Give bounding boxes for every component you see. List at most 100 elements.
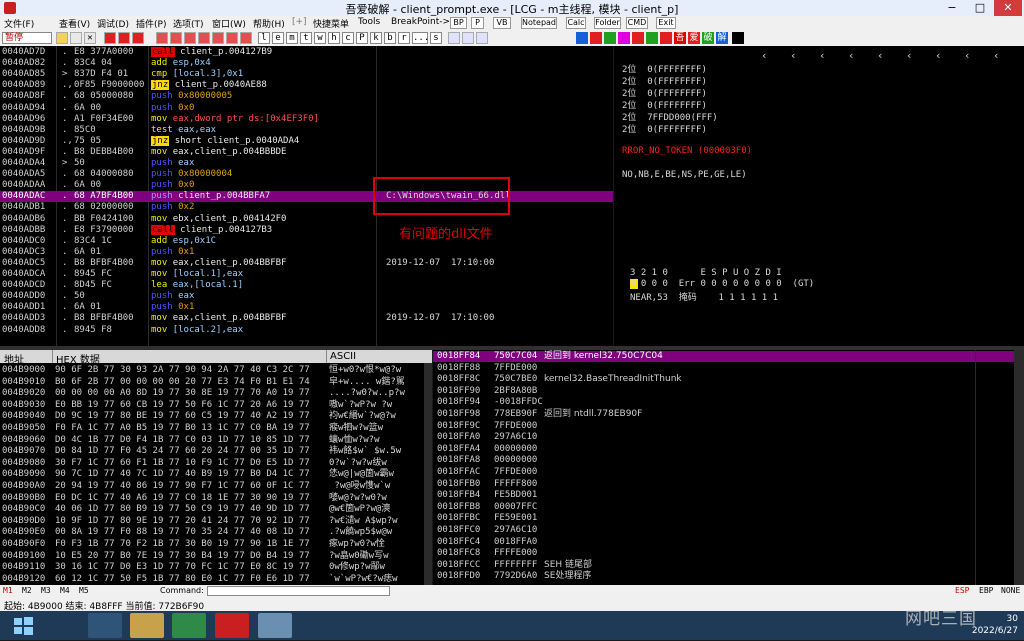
memory-dump-pane[interactable]: 地址 HEX 数据 ASCII 004B9000 90 6F 2B 77 30 9… (0, 350, 432, 585)
dump-row[interactable]: 004B9120 60 12 1C 77 50 F5 1B 77 80 E0 1C… (0, 574, 432, 585)
toolbar-p-button[interactable]: P (356, 32, 368, 44)
help-icon[interactable] (476, 32, 488, 44)
disasm-row[interactable]: 0040ADD0. 50 push eax (0, 291, 613, 302)
disasm-row[interactable]: 0040ADB6. BB F0424100 mov ebx,client_p.004… (0, 214, 613, 225)
appearance-icon[interactable] (462, 32, 474, 44)
fpu-line[interactable]: NEAR,53 掩码 1 1 1 1 1 1 (630, 290, 778, 303)
toolbar-c-button[interactable]: c (342, 32, 354, 44)
trace-into-icon[interactable] (184, 32, 196, 44)
wuai-char-2[interactable]: 爱 (688, 32, 700, 44)
dump-scrollbar[interactable] (424, 363, 432, 585)
disasm-row[interactable]: 0040ADD8. 8945 F8 mov [local.2],eax (0, 325, 613, 336)
dump-row[interactable]: 004B90A0 20 94 19 77 40 86 19 77 90 F7 1C… (0, 481, 432, 492)
fpu-line[interactable]: 3 2 1 0 E S P U O Z D I (630, 268, 782, 278)
none-button[interactable]: NONE (1001, 586, 1020, 595)
stack-row[interactable]: 0018FFAC 7FFDE000 (433, 467, 1024, 478)
stack-row[interactable]: 0018FFB4 FE5BD001 (433, 490, 1024, 501)
dump-row[interactable]: 004B9100 10 E5 20 77 B0 7E 19 77 30 B4 19… (0, 551, 432, 562)
clock[interactable]: 30 2022/6/27 (972, 613, 1018, 637)
toolbar-w-button[interactable]: w (314, 32, 326, 44)
disasm-row[interactable]: 0040ADD1. 6A 01 push 0x1 (0, 302, 613, 313)
wuai-char-3[interactable]: 破 (702, 32, 714, 44)
disasm-row[interactable]: 0040AD9D., 75 05 jnz short client_p.0040AD… (0, 135, 613, 147)
stack-row[interactable]: 0018FFB8 00007FFC (433, 502, 1024, 513)
disasm-row[interactable]: 0040ADAC. 68 A7BF4B00 push client_p.004BBF… (0, 191, 613, 203)
disasm-row[interactable]: 0040ADAA. 6A 00 push 0x0 (0, 180, 613, 191)
stack-row[interactable]: 0018FFC4 0018FFA0 (433, 537, 1024, 548)
menu-shortcut[interactable]: 快捷菜单 (313, 17, 349, 30)
powershell-icon[interactable] (88, 613, 122, 638)
folder-button[interactable]: Folder (594, 17, 621, 29)
dump-row[interactable]: 004B9060 D0 4C 1B 77 D0 F4 1B 77 C0 03 1D… (0, 435, 432, 446)
plugin-3-icon[interactable] (604, 32, 616, 44)
disasm-row[interactable]: 0040AD82. 83C4 04 add esp,0x4 (0, 58, 613, 69)
vb-button[interactable]: VB (493, 17, 511, 29)
p-button[interactable]: P (471, 17, 484, 29)
ebp-button[interactable]: EBP (979, 586, 993, 595)
pause-icon[interactable] (118, 32, 130, 44)
menu-file[interactable]: 文件(F) (4, 17, 34, 30)
explorer-icon[interactable] (130, 613, 164, 638)
register-line[interactable]: 2位 0(FFFFFFFF) (622, 122, 707, 135)
disasm-row[interactable]: 0040AD9F. B8 DEBB4B00 mov eax,client_p.004… (0, 147, 613, 158)
app-taskbar-icon[interactable] (258, 613, 292, 638)
calc-button[interactable]: Calc (566, 17, 586, 29)
tab-m3[interactable]: M3 (41, 586, 51, 595)
dump-header-address[interactable]: 地址 (4, 351, 24, 366)
tab-m2[interactable]: M2 (22, 586, 32, 595)
disasm-row[interactable]: 0040ADBB. E8 F3790000 call client_p.004127… (0, 224, 613, 236)
dump-row[interactable]: 004B9020 00 00 00 00 A0 8D 19 77 30 8E 19… (0, 388, 432, 399)
disasm-row[interactable]: 0040ADC0. 83C4 1C add esp,0x1C (0, 236, 613, 247)
disasm-row[interactable]: 0040AD89., 0F85 F9000000 jnz client_p.0040… (0, 80, 613, 91)
execute-till-return-icon[interactable] (212, 32, 224, 44)
toolbar-r-button[interactable]: r (398, 32, 410, 44)
dump-row[interactable]: 004B9030 E0 BB 19 77 60 CB 19 77 50 F6 1C… (0, 400, 432, 411)
plugin-end-icon[interactable] (732, 32, 744, 44)
dump-row[interactable]: 004B9040 D0 9C 19 77 80 BE 19 77 60 C5 19… (0, 411, 432, 422)
command-input[interactable] (207, 586, 390, 596)
stack-row[interactable]: 0018FF98 778EB90F 返回到 ntdll.778EB90F (433, 409, 1024, 420)
close-button[interactable]: ✕ (994, 0, 1022, 16)
fpu-line[interactable]: 0 0 0 0 Err 0 0 0 0 0 0 0 0 (GT) (630, 279, 814, 289)
dump-row[interactable]: 004B9050 F0 FA 1C 77 A0 B5 19 77 B0 13 1C… (0, 423, 432, 434)
start-button[interactable] (8, 613, 38, 638)
maximize-button[interactable]: □ (966, 0, 994, 16)
dump-row[interactable]: 004B90B0 E0 DC 1C 77 40 A6 19 77 C0 18 1E… (0, 493, 432, 504)
stack-row[interactable]: 0018FFB0 FFFFF800 (433, 479, 1024, 490)
toolbar-t-button[interactable]: t (300, 32, 312, 44)
menu-view[interactable]: 查看(V) (59, 17, 90, 30)
stack-row[interactable]: 0018FF84 750C7C04 返回到 kernel32.750C7C04 (433, 351, 1024, 362)
dump-header-hex[interactable]: HEX 数据 (56, 351, 100, 366)
disasm-row[interactable]: 0040ADA4 >50 push eax (0, 158, 613, 169)
register-line[interactable]: NO,NB,E,BE,NS,PE,GE,LE) (622, 170, 747, 180)
wuai-char-4[interactable]: 解 (716, 32, 728, 44)
stack-pane[interactable]: 0018FF84 750C7C04 返回到 kernel32.750C7C04 001… (433, 350, 1024, 585)
stack-row[interactable]: 0018FF9C 7FFDE000 (433, 421, 1024, 432)
bp-button[interactable]: BP (450, 17, 467, 29)
dump-row[interactable]: 004B9110 30 16 1C 77 D0 E3 1D 77 70 FC 1C… (0, 562, 432, 573)
dump-row[interactable]: 004B9080 30 F7 1C 77 60 F1 1B 77 10 F9 1C… (0, 458, 432, 469)
plugin-7-icon[interactable] (660, 32, 672, 44)
toolbar-h-button[interactable]: h (328, 32, 340, 44)
plugin-1-icon[interactable] (576, 32, 588, 44)
disasm-row[interactable]: 0040ADCD. 8D45 FC lea eax,[local.1] (0, 280, 613, 291)
menu-tools[interactable]: Tools (358, 17, 380, 27)
dump-row[interactable]: 004B90D0 10 9F 1D 77 80 9E 19 77 20 41 24… (0, 516, 432, 527)
plugin-2-icon[interactable] (590, 32, 602, 44)
goto-icon[interactable] (226, 32, 238, 44)
toolbar-b-button[interactable]: b (384, 32, 396, 44)
stop-icon[interactable] (132, 32, 144, 44)
toolbar-s-button[interactable]: s (430, 32, 442, 44)
dump-row[interactable]: 004B9070 D0 84 1D 77 F0 45 24 77 60 20 24… (0, 446, 432, 457)
stack-row[interactable]: 0018FFA8 00000000 (433, 455, 1024, 466)
disasm-row[interactable]: 0040AD9B. 85C0 test eax,eax (0, 125, 613, 136)
menu-plus[interactable]: [+] (292, 17, 307, 27)
disasm-row[interactable]: 0040ADCA. 8945 FC mov [local.1],eax (0, 269, 613, 280)
toolbar-k-button[interactable]: k (370, 32, 382, 44)
tab-m4[interactable]: M4 (60, 586, 70, 595)
stack-row[interactable]: 0018FFD0 7792D6A0 SE处理程序 (433, 571, 1024, 582)
toolbar-dots-button[interactable]: ... (412, 32, 429, 44)
tab-m5[interactable]: M5 (79, 586, 89, 595)
disasm-row[interactable]: 0040AD94. 6A 00 push 0x0 (0, 103, 613, 114)
esp-button[interactable]: ESP (955, 586, 969, 595)
